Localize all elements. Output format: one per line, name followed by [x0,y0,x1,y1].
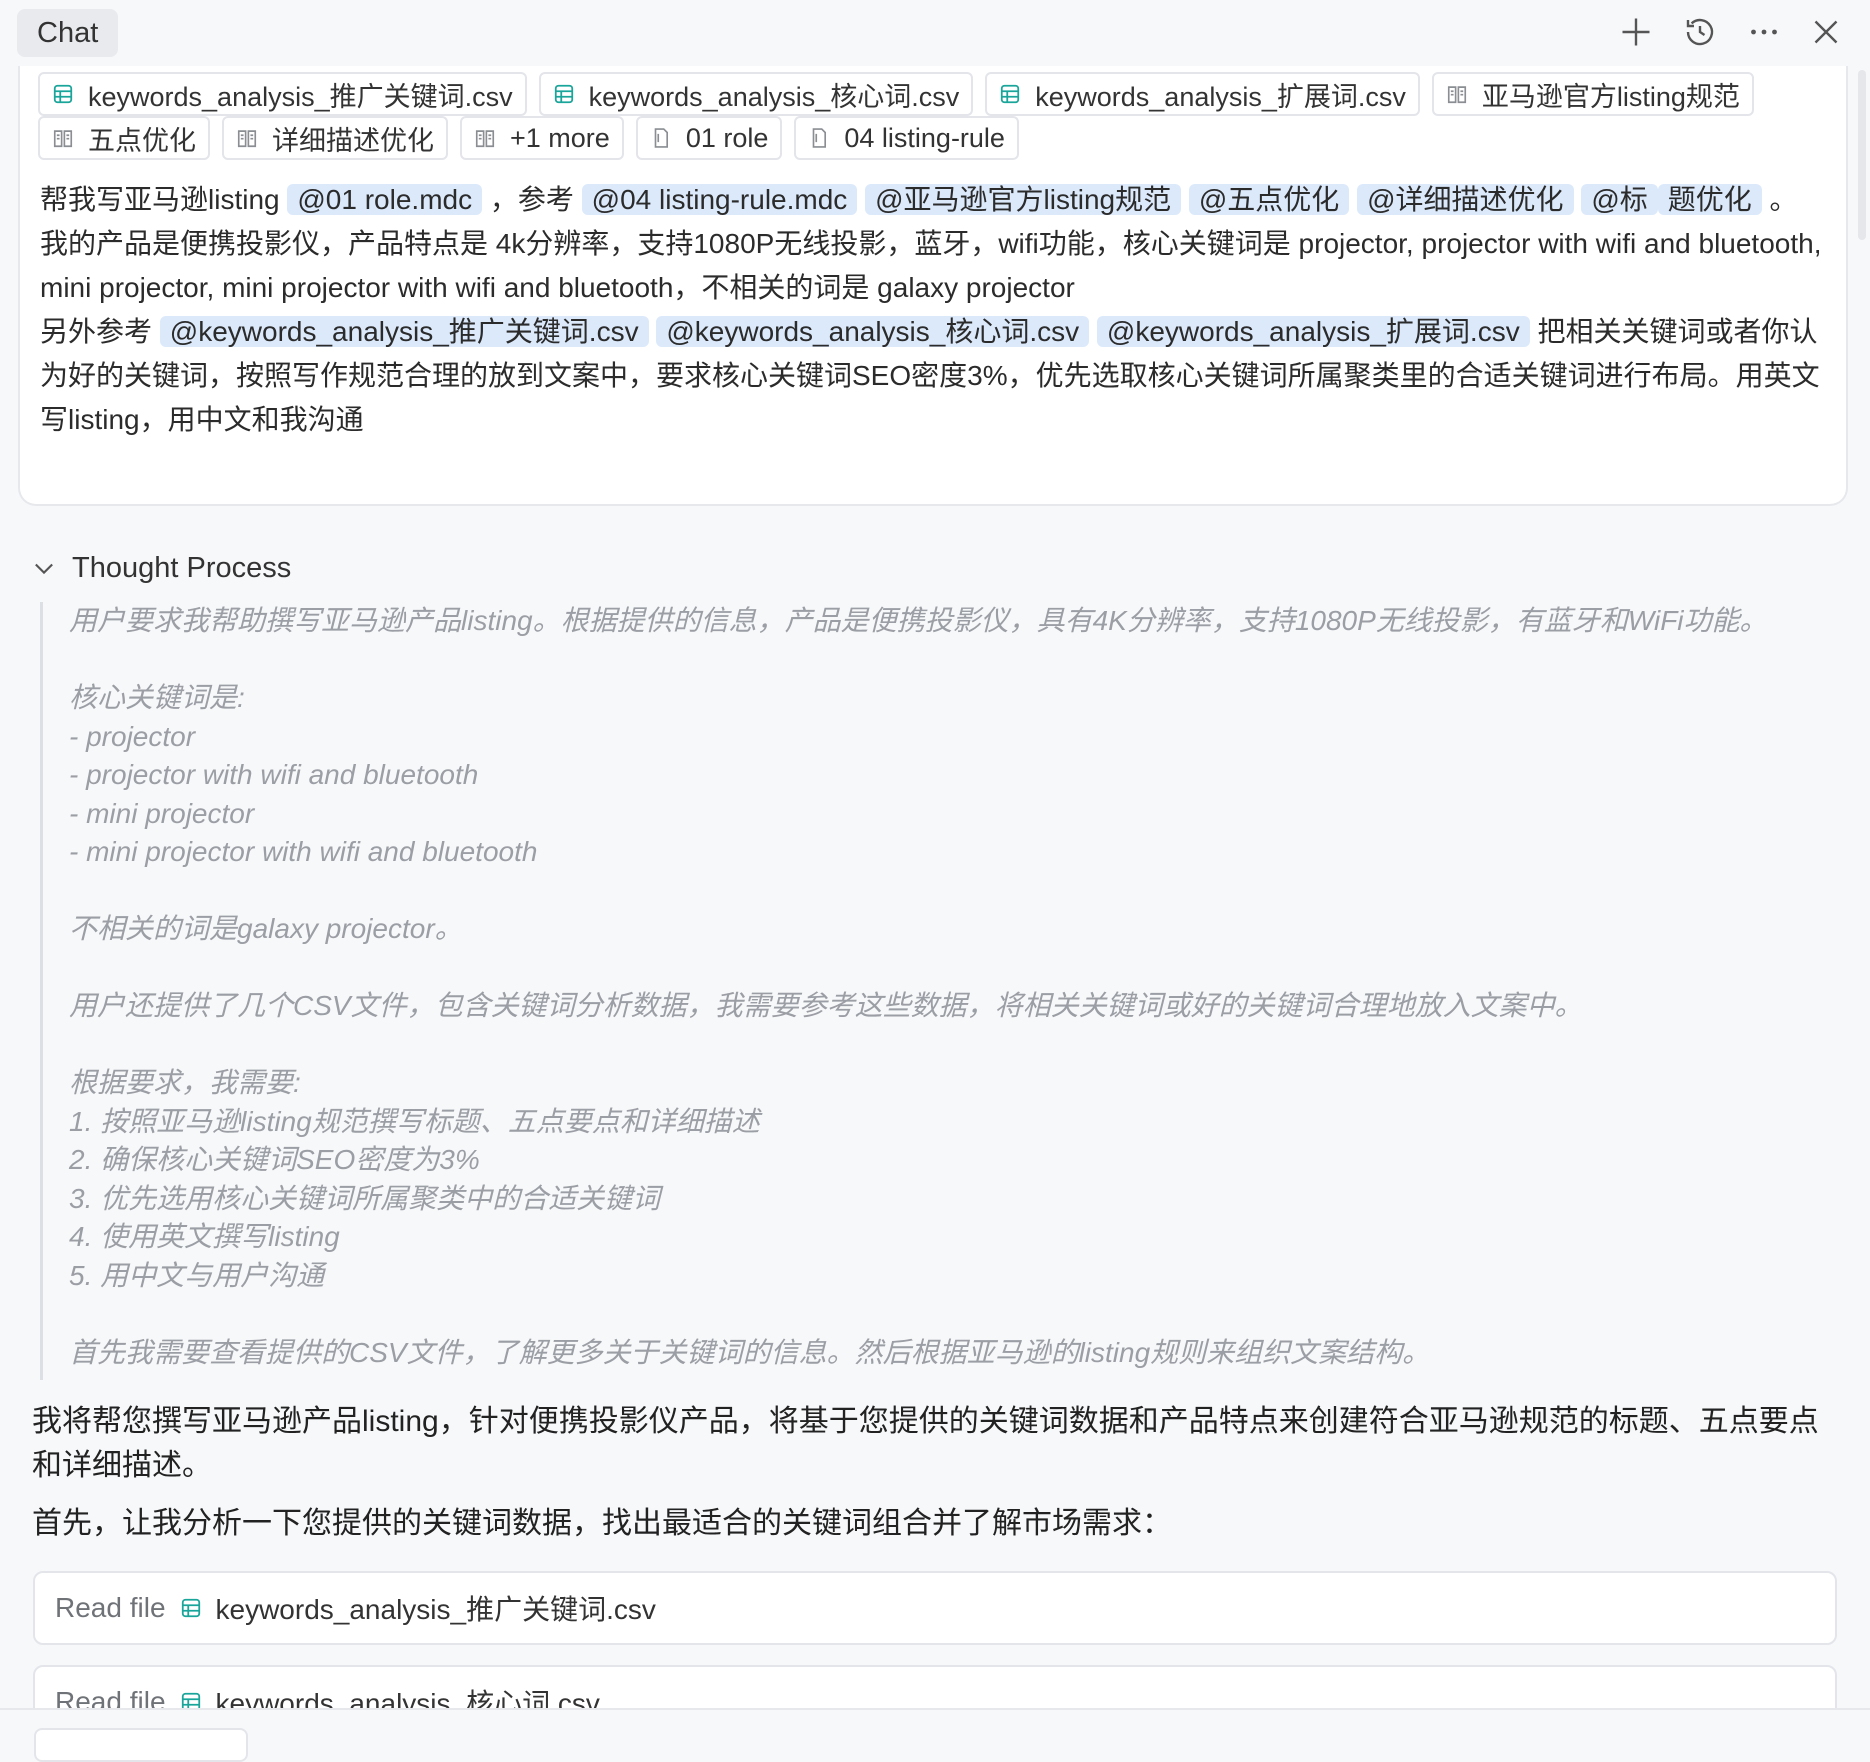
user-paragraph: 帮我写亚马逊listing @01 role.mdc ，参考 @04 listi… [40,178,1840,222]
user-message-card: keywords_analysis_推广关键词.csv keywords_ana… [18,66,1848,506]
thought-process-heading: Thought Process [72,551,292,584]
thought-line: - projector [69,720,196,752]
mention-tag[interactable]: @keywords_analysis_扩展词.csv [1096,316,1530,347]
doc-icon [237,130,257,148]
user-paragraph: 另外参考 @keywords_analysis_推广关键词.csv @keywo… [40,310,1840,442]
attachment-label: 04 listing-rule [844,122,1005,153]
mention-tag[interactable]: @五点优化 [1188,184,1350,215]
thought-line: 根据要求，我需要: [69,1067,301,1098]
close-icon[interactable] [1806,12,1846,52]
attachment-label: keywords_analysis_扩展词.csv [1035,81,1406,112]
thought-line: 4. 使用英文撰写listing [69,1221,340,1252]
attachment-label: +1 more [510,122,610,153]
thought-line: 1. 按照亚马逊listing规范撰写标题、五点要点和详细描述 [69,1105,760,1137]
mention-tag[interactable]: @详细描述优化 [1357,184,1574,215]
scrollbar-thumb[interactable] [1858,70,1866,240]
mention-tag[interactable]: @01 role.mdc [287,184,483,215]
thought-process-body: 用户要求我帮助撰写亚马逊产品listing。根据提供的信息，产品是便携投影仪，具… [40,602,1840,1380]
attachment-label: 01 role [685,122,769,153]
more-options-icon[interactable] [1744,12,1784,52]
assistant-reply-paragraph: 我将帮您撰写亚马逊产品listing，针对便携投影仪产品，将基于您提供的关键词数… [32,1405,1819,1482]
mention-tag[interactable]: @keywords_analysis_推广关键词.csv [159,316,649,347]
tool-call-filename: keywords_analysis_推广关键词.csv [215,1594,656,1625]
more-attachments-chip[interactable]: +1 more [460,116,624,160]
attachment-chip[interactable]: 04 listing-rule [794,116,1019,160]
attachment-chip[interactable]: 详细描述优化 [222,116,448,160]
tab-chat[interactable]: Chat [17,9,119,57]
attachment-chip[interactable]: 01 role [635,116,783,160]
attachments-row: keywords_analysis_推广关键词.csv keywords_ana… [38,72,1754,116]
new-chat-icon[interactable] [1616,12,1656,52]
thought-line: 5. 用中文与用户沟通 [69,1259,325,1291]
attachment-chip[interactable]: 亚马逊官方listing规范 [1431,72,1754,116]
thought-line [69,949,1840,988]
mention-tag[interactable]: 题优化 [1657,184,1762,215]
text-segment: 另外参考 [40,316,153,347]
attachment-label: keywords_analysis_核心词.csv [588,81,960,112]
chat-header: Chat [0,0,1870,66]
thought-line [69,1026,1840,1065]
text-segment: 帮我写亚马逊listing [40,184,280,215]
thought-line: 3. 优先选用核心关键词所属聚类中的合适关键词 [69,1182,661,1214]
read-file-tool-call[interactable]: Read file keywords_analysis_推广关键词.csv [33,1571,1837,1645]
attachment-chip[interactable]: keywords_analysis_扩展词.csv [985,72,1420,116]
thought-line: 用户要求我帮助撰写亚马逊产品listing。根据提供的信息，产品是便携投影仪，具… [69,605,1768,636]
attachment-label: keywords_analysis_推广关键词.csv [88,81,513,112]
attachment-label: 详细描述优化 [272,125,434,156]
doc-icon [475,130,495,148]
attachment-label: 亚马逊官方listing规范 [1481,81,1740,112]
thought-line: - mini projector [69,797,255,829]
composer-context-chip[interactable] [34,1728,248,1762]
mention-tag[interactable]: @亚马逊官方listing规范 [865,184,1182,215]
mention-tag[interactable]: @04 listing-rule.mdc [581,184,858,215]
csv-file-icon [1001,84,1020,104]
thought-line: 用户还提供了几个CSV文件，包含关键词分析数据，我需要参考这些数据，将相关关键词… [69,990,1583,1021]
file-icon [813,128,827,148]
assistant-reply-paragraph: 首先，让我分析一下您提供的关键词数据，找出最适合的关键词组合并了解市场需求： [32,1507,1172,1540]
csv-file-icon [554,84,573,104]
file-icon [654,128,668,148]
attachment-chip[interactable]: keywords_analysis_核心词.csv [538,72,974,116]
history-icon[interactable] [1680,12,1720,52]
attachments-row: 五点优化 详细描述优化 +1 more 01 role 04 listing-r… [38,116,1019,160]
thought-line: 不相关的词是galaxy projector。 [69,913,463,944]
doc-icon [53,130,73,148]
csv-file-icon [181,1598,200,1618]
thought-line: - projector with wifi and bluetooth [69,759,479,790]
attachment-label: 五点优化 [88,125,196,156]
thought-line [69,872,1840,911]
thought-line: 首先我需要查看提供的CSV文件，了解更多关于关键词的信息。然后根据亚马逊的lis… [69,1336,1431,1368]
doc-icon [1447,86,1466,104]
thought-line [69,1295,1840,1334]
thought-line [69,641,1840,680]
mention-tag[interactable]: @标 [1581,184,1658,215]
text-segment: 。 [1769,184,1798,215]
user-paragraph: 我的产品是便携投影仪，产品特点是 4k分辨率，支持1080P无线投影，蓝牙，wi… [40,228,1822,303]
composer-edge [0,1708,1870,1746]
thought-line: 2. 确保核心关键词SEO密度为3% [69,1144,480,1175]
attachment-chip[interactable]: 五点优化 [38,116,210,160]
user-message-text: 帮我写亚马逊listing @01 role.mdc ，参考 @04 listi… [40,178,1840,442]
chevron-down-icon [35,563,53,575]
text-segment: ，参考 [489,184,574,215]
thought-line: - mini projector with wifi and bluetooth [69,836,538,867]
attachment-chip[interactable]: keywords_analysis_推广关键词.csv [38,72,527,116]
csv-file-icon [53,84,73,104]
thought-process-toggle[interactable]: Thought Process [30,548,291,588]
tool-call-label: Read file [55,1592,166,1623]
thought-line: 核心关键词是: [69,682,245,713]
mention-tag[interactable]: @keywords_analysis_核心词.csv [656,316,1090,347]
